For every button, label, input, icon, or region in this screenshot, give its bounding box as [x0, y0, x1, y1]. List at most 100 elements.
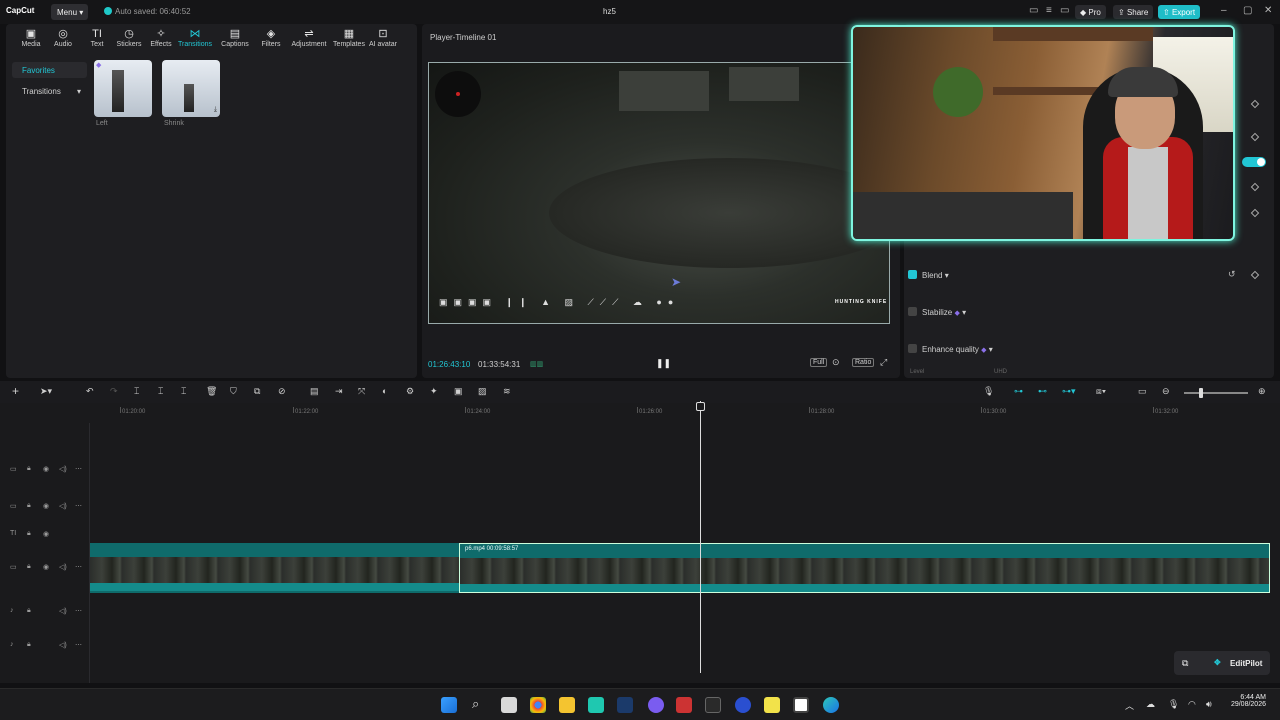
image-icon[interactable]: ▨ — [478, 386, 487, 397]
sidebar-item-transitions[interactable]: Transitions ▾ — [12, 83, 87, 99]
video-preview[interactable]: ▣▣▣▣ ❙❙ ▲ ▨ ⟋⟋⟋ ☁ ●● HUNTING KNIFE ➤ — [428, 62, 890, 324]
keyframe-icon[interactable] — [1250, 99, 1260, 109]
microphone-icon[interactable]: 🎙 — [983, 386, 994, 397]
speaker-icon[interactable]: ◁) — [59, 502, 67, 510]
caption-icon[interactable]: ▣ — [454, 386, 463, 397]
blend-row[interactable]: Blend ▾ — [908, 270, 949, 280]
more-icon[interactable]: ⋯ — [75, 563, 82, 571]
edge-icon[interactable] — [823, 697, 839, 713]
enhance-checkbox[interactable] — [908, 344, 917, 353]
playhead[interactable] — [700, 401, 701, 673]
sidebar-item-favorites[interactable]: Favorites — [12, 62, 87, 78]
freeze-icon[interactable]: ▤ — [310, 386, 319, 397]
tab-ai-avatar[interactable]: ⊡ AI avatar — [366, 28, 400, 48]
tab-stickers[interactable]: ◷ Stickers — [112, 28, 146, 48]
lock-icon[interactable]: 🔒︎ — [27, 465, 31, 473]
wifi-icon[interactable]: ◠ — [1188, 699, 1196, 710]
share-button[interactable]: ⇪ Share — [1113, 5, 1154, 19]
eye-icon[interactable]: ◉ — [43, 563, 49, 571]
app-icon[interactable] — [676, 697, 692, 713]
capcut-icon[interactable] — [793, 697, 809, 713]
subtitle-icon[interactable]: ▭ — [1138, 386, 1147, 397]
stabilize-row[interactable]: Stabilize ◆ ▾ — [908, 307, 966, 317]
crop-icon[interactable]: ⧉ — [254, 386, 260, 397]
sticky-notes-icon[interactable] — [764, 697, 780, 713]
audio-wave-icon[interactable]: ≋ — [503, 386, 511, 397]
zoom-out-icon[interactable]: ⊖ — [1162, 386, 1170, 397]
magic-icon[interactable]: ✦ — [430, 386, 438, 397]
snap-icon[interactable]: ⊶▾ — [1062, 386, 1076, 397]
select-icon[interactable]: ➤▾ — [40, 386, 52, 397]
adjust-icon[interactable]: ⚙ — [406, 386, 414, 397]
volume-icon[interactable]: 🔊︎ — [1206, 699, 1212, 710]
transition-thumb-left[interactable]: ◆ — [94, 60, 152, 117]
chevron-up-icon[interactable]: ︿ — [1125, 699, 1134, 712]
stabilize-checkbox[interactable] — [908, 307, 917, 316]
editpilot-button[interactable]: ⧉ ✥ EditPilot — [1174, 651, 1270, 675]
tab-text[interactable]: TI Text — [80, 28, 114, 48]
chrome-icon[interactable] — [530, 697, 546, 713]
crop-icon[interactable]: ⊙ — [832, 357, 840, 368]
delete-icon[interactable]: 🗑 — [206, 386, 217, 397]
reverse-icon[interactable]: ⇥ — [335, 386, 343, 397]
close-icon[interactable]: ✕ — [1264, 5, 1272, 16]
keyframe-icon[interactable] — [1250, 208, 1260, 218]
tab-effects[interactable]: ✧ Effects — [144, 28, 178, 48]
undo-icon[interactable]: ↶ — [86, 386, 94, 397]
transition-thumb-shrink[interactable]: ⤓ — [162, 60, 220, 117]
magnet-icon[interactable]: ⊷ — [1038, 386, 1047, 397]
keyframe-icon[interactable] — [1250, 182, 1260, 192]
tab-media[interactable]: ▣ Media — [14, 28, 48, 48]
preview-axis-icon[interactable]: ⧈▾ — [1096, 386, 1106, 397]
lock-icon[interactable]: 🔒︎ — [27, 641, 31, 649]
search-icon[interactable]: ⌕ — [472, 696, 479, 712]
playhead-handle[interactable] — [696, 402, 705, 411]
full-button[interactable]: Full — [810, 358, 828, 367]
export-button[interactable]: ⇧ Export — [1158, 5, 1201, 19]
feedback-icon[interactable]: ⧉ — [1174, 651, 1198, 675]
mirror-icon[interactable]: ⤧ — [358, 386, 365, 397]
enhance-row[interactable]: Enhance quality ◆ ▾ — [908, 344, 993, 354]
more-icon[interactable]: ⋯ — [75, 502, 82, 510]
redo-icon[interactable]: ↷ — [110, 386, 118, 397]
windows-start-icon[interactable] — [441, 697, 457, 713]
zoom-slider-knob[interactable] — [1199, 388, 1203, 398]
clock[interactable]: 6:44 AM 29/08/2026 — [1226, 694, 1266, 708]
file-explorer-icon[interactable] — [559, 697, 575, 713]
link-icon[interactable]: ⊶ — [1014, 386, 1023, 397]
rotate-icon[interactable]: ◐ — [382, 386, 387, 396]
network-tray-icon[interactable]: ☁ — [1146, 699, 1155, 710]
lock-icon[interactable]: 🔒︎ — [27, 530, 31, 538]
layout-icon[interactable]: ▭ — [1029, 5, 1038, 16]
eye-icon[interactable]: ◉ — [43, 530, 49, 538]
video-clip[interactable] — [90, 543, 459, 593]
eye-icon[interactable]: ◉ — [43, 465, 49, 473]
menu-button[interactable]: Menu ▾ — [51, 4, 88, 20]
zoom-slider[interactable] — [1184, 392, 1248, 394]
minimize-icon[interactable]: – — [1221, 5, 1227, 16]
speaker-icon[interactable]: ◁) — [59, 641, 67, 649]
app-icon[interactable] — [735, 697, 751, 713]
speaker-icon[interactable]: ◁) — [59, 563, 67, 571]
more-icon[interactable]: ⋯ — [75, 607, 82, 615]
properties-toggle[interactable] — [1242, 157, 1266, 167]
speaker-icon[interactable]: ◁) — [59, 607, 67, 615]
pause-button[interactable]: ❚❚ — [656, 358, 671, 369]
split-right-icon[interactable]: ⌶ — [181, 386, 186, 397]
tab-captions[interactable]: ▤ Captions — [218, 28, 252, 48]
maximize-icon[interactable]: ▢ — [1243, 5, 1252, 16]
blend-checkbox[interactable] — [908, 270, 917, 279]
split-left-icon[interactable]: ⌶ — [158, 386, 163, 397]
timeline[interactable]: 01:20:00 01:22:00 01:24:00 01:26:00 01:28:00… — [0, 403, 1280, 683]
tab-templates[interactable]: ▦ Templates — [330, 28, 368, 48]
tab-transitions[interactable]: ⋈ Transitions — [178, 28, 212, 48]
lock-icon[interactable]: 🔒︎ — [27, 502, 31, 510]
download-icon[interactable]: ⤓ — [214, 106, 217, 114]
keyframe-icon[interactable] — [1250, 132, 1260, 142]
zoom-in-icon[interactable]: ⊕ — [1258, 386, 1266, 397]
app-icon[interactable] — [588, 697, 604, 713]
fullscreen-icon[interactable]: ⤢ — [880, 357, 887, 368]
level-value[interactable]: UHD — [994, 369, 1007, 375]
task-view-icon[interactable] — [501, 697, 517, 713]
video-clip-selected[interactable]: p6.mp4 00:09:58:57 — [459, 543, 1270, 593]
